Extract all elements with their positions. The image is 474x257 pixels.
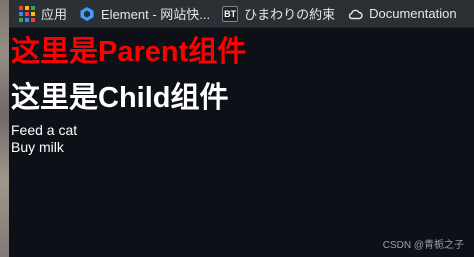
bookmark-label: ひまわりの約束 [244,7,336,22]
csdn-watermark: CSDN @青栀之子 [382,240,464,251]
cloud-icon [347,6,363,22]
bookmarks-bar: 应用 Element - 网站快... BT ひまわりの約束 Documenta… [9,0,474,28]
bookmark-label: Documentation [369,6,457,21]
page: 应用 Element - 网站快... BT ひまわりの約束 Documenta… [0,0,474,257]
bookmark-documentation[interactable]: Documentation [347,6,457,22]
bookmark-himawari[interactable]: BT ひまわりの約束 [222,4,335,23]
bookmark-label: 应用 [41,7,68,22]
parent-component-title: 这里是Parent组件 [11,36,247,68]
bookmark-label: Element - 网站快... [101,7,211,22]
element-logo-icon [79,6,95,22]
todo-item: Feed a cat [11,122,78,138]
apps-grid-icon [19,5,35,22]
todo-item: Buy milk [11,139,64,155]
app-content: 这里是Parent组件 这里是Child组件 Feed a cat Buy mi… [9,28,474,257]
bt-icon: BT [222,5,239,22]
child-component-title: 这里是Child组件 [11,82,229,114]
todo-list: Feed a cat Buy milk [11,122,77,156]
bookmark-apps[interactable]: 应用 [19,4,67,23]
window-edge [0,0,9,257]
bookmark-element[interactable]: Element - 网站快... [79,4,210,23]
